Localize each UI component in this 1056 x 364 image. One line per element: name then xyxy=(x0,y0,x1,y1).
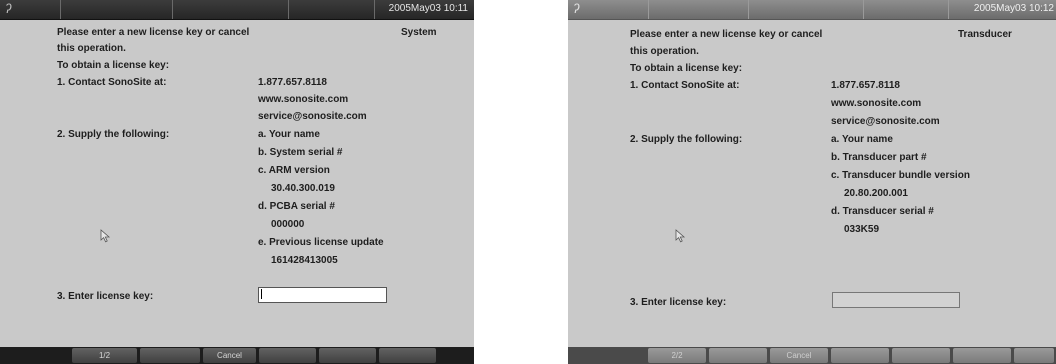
step-3-label: 3. Enter license key: xyxy=(57,291,154,302)
page-softkey[interactable]: 1/2 xyxy=(72,348,137,363)
softkey-empty[interactable] xyxy=(140,348,200,363)
date-time: 2005May03 10:12 xyxy=(973,3,1054,14)
email-address: service@sonosite.com xyxy=(258,111,367,122)
softkey-empty[interactable] xyxy=(379,348,436,363)
softkey-bar: 2/2 Cancel xyxy=(568,347,1056,364)
mode-label: Transducer xyxy=(958,29,1012,40)
sonosite-logo-icon: ʔ xyxy=(573,1,580,16)
softkey-bar: 1/2 Cancel xyxy=(0,347,474,364)
license-key-field[interactable] xyxy=(258,287,387,303)
obtain-heading: To obtain a license key: xyxy=(630,63,743,74)
supply-value: 20.80.200.001 xyxy=(844,188,908,199)
cancel-softkey[interactable]: Cancel xyxy=(770,348,828,363)
softkey-empty[interactable] xyxy=(1014,348,1054,363)
status-field xyxy=(60,0,166,19)
softkey-empty[interactable] xyxy=(892,348,950,363)
step-3-label: 3. Enter license key: xyxy=(630,297,727,308)
softkey-empty[interactable] xyxy=(319,348,376,363)
mouse-pointer-icon xyxy=(675,229,686,243)
license-key-input[interactable] xyxy=(832,292,960,308)
softkey-empty[interactable] xyxy=(953,348,1011,363)
step-1-label: 1. Contact SonoSite at: xyxy=(630,80,740,91)
supply-item: e. Previous license update xyxy=(258,237,384,248)
instruction-text-continued: this operation. xyxy=(57,43,126,54)
cancel-softkey[interactable]: Cancel xyxy=(203,348,256,363)
supply-item: a. Your name xyxy=(831,134,893,145)
softkey-empty[interactable] xyxy=(831,348,889,363)
softkey-empty[interactable] xyxy=(709,348,767,363)
sonosite-logo-icon: ʔ xyxy=(5,1,12,16)
status-bar: ʔ 2005May03 10:11 xyxy=(0,0,474,20)
status-field xyxy=(288,0,369,19)
supply-value: 033K59 xyxy=(844,224,880,235)
mode-label: System xyxy=(401,27,437,38)
license-key-input[interactable] xyxy=(258,287,387,303)
page-softkey[interactable]: 2/2 xyxy=(648,348,706,363)
supply-item: b. Transducer part # xyxy=(831,152,927,163)
phone-number: 1.877.657.8118 xyxy=(831,80,900,91)
supply-item: c. Transducer bundle version xyxy=(831,170,970,181)
mouse-pointer-icon xyxy=(100,229,111,243)
website: www.sonosite.com xyxy=(831,98,922,109)
status-bar: ʔ 2005May03 10:12 xyxy=(568,0,1056,20)
supply-item: a. Your name xyxy=(258,129,320,140)
supply-value: 30.40.300.019 xyxy=(271,183,335,194)
system-license-screen: ʔ 2005May03 10:11 Please enter a new lic… xyxy=(0,0,474,364)
date-time: 2005May03 10:11 xyxy=(388,3,468,14)
status-field xyxy=(648,0,744,19)
step-1-label: 1. Contact SonoSite at: xyxy=(57,77,167,88)
transducer-license-screen: ʔ 2005May03 10:12 Please enter a new lic… xyxy=(568,0,1056,364)
instruction-text-continued: this operation. xyxy=(630,46,699,57)
supply-value: 000000 xyxy=(271,219,305,230)
email-address: service@sonosite.com xyxy=(831,116,940,127)
supply-value: 161428413005 xyxy=(271,255,338,266)
supply-item: b. System serial # xyxy=(258,147,343,158)
supply-item: d. Transducer serial # xyxy=(831,206,934,217)
step-2-label: 2. Supply the following: xyxy=(630,134,743,145)
instruction-text: Please enter a new license key or cancel xyxy=(630,29,823,40)
supply-item: d. PCBA serial # xyxy=(258,201,335,212)
website: www.sonosite.com xyxy=(258,94,349,105)
instruction-text: Please enter a new license key or cancel xyxy=(57,27,250,38)
step-2-label: 2. Supply the following: xyxy=(57,129,170,140)
status-field xyxy=(172,0,285,19)
obtain-heading: To obtain a license key: xyxy=(57,60,170,71)
supply-item: c. ARM version xyxy=(258,165,330,176)
status-field xyxy=(863,0,944,19)
text-caret xyxy=(261,289,262,299)
phone-number: 1.877.657.8118 xyxy=(258,77,327,88)
softkey-empty[interactable] xyxy=(259,348,316,363)
status-field xyxy=(748,0,859,19)
